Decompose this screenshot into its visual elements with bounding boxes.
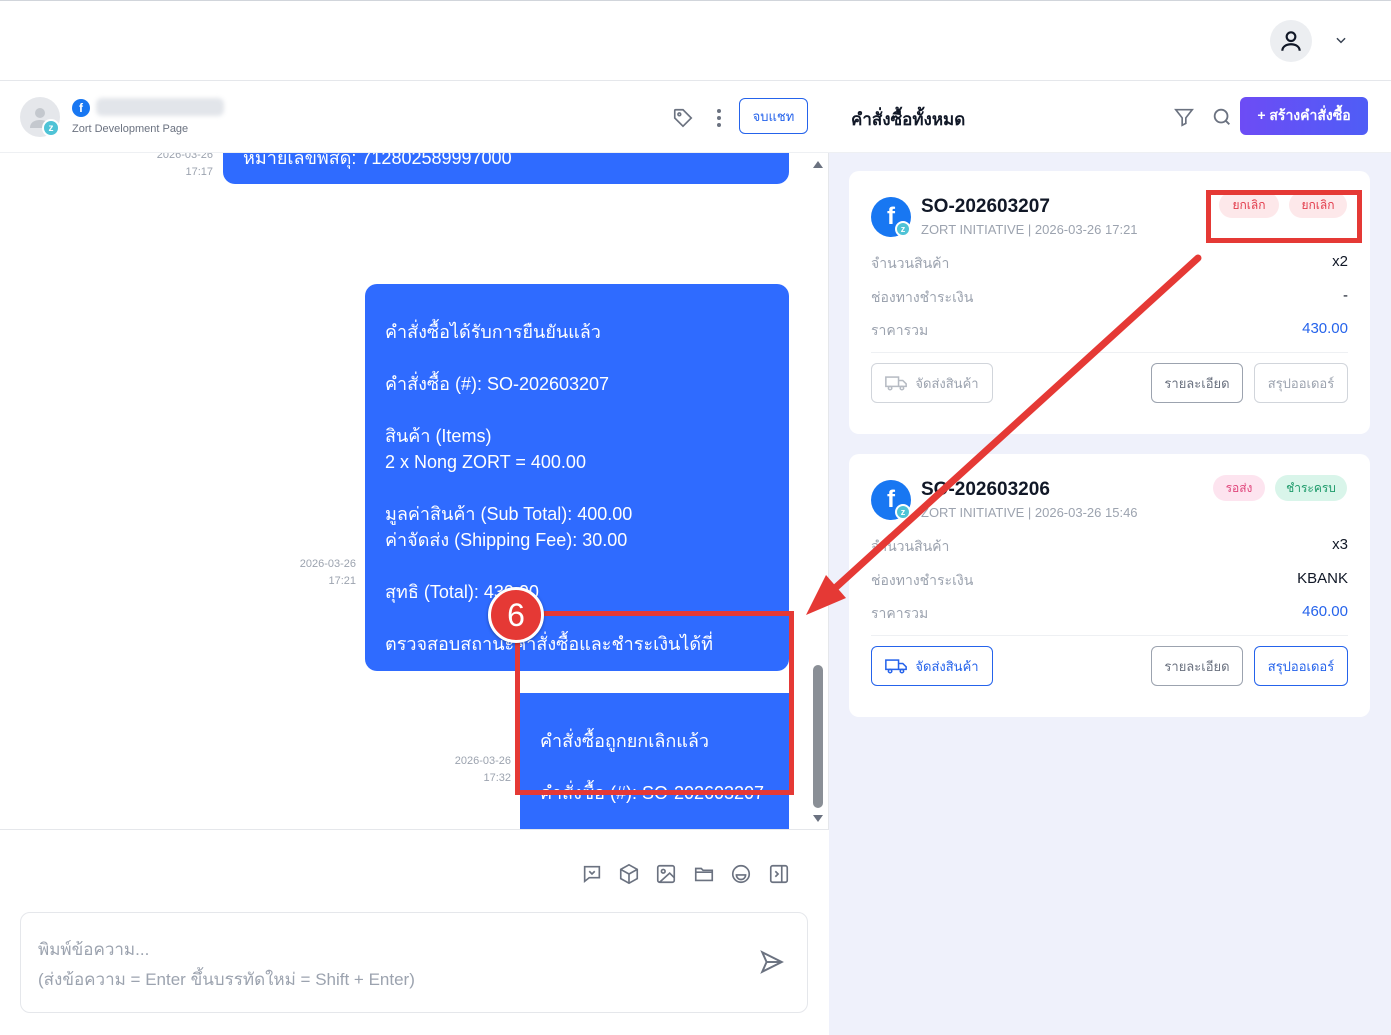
order-summary-button[interactable]: สรุปออเดอร์ xyxy=(1254,363,1348,403)
end-chat-button[interactable]: จบแชท xyxy=(739,98,808,134)
order-confirmed-line xyxy=(385,475,769,501)
order-summary-button[interactable]: สรุปออเดอร์ xyxy=(1254,646,1348,686)
detail-button[interactable]: รายละเอียด xyxy=(1151,646,1243,686)
chat-panel: z f Zort Development Page จบแชท 2026-03-… xyxy=(0,81,829,1035)
order-number: SO-202603207 xyxy=(921,196,1050,217)
top-bar xyxy=(0,0,1391,81)
message-timestamp: 2026-03-26 17:21 xyxy=(299,558,356,587)
order-confirmed-line: 2 x Nong ZORT = 400.00 xyxy=(385,452,586,472)
zort-badge: z xyxy=(895,221,911,237)
panel-toggle-icon[interactable] xyxy=(767,862,791,886)
order-meta: ZORT INITIATIVE | 2026-03-26 17:21 xyxy=(921,222,1138,237)
ship-button[interactable]: จัดส่งสินค้า xyxy=(871,646,993,686)
total-value: 430.00 xyxy=(1302,320,1348,337)
user-icon[interactable] xyxy=(1270,20,1312,62)
chat-header: z f Zort Development Page จบแชท xyxy=(0,81,829,153)
scroll-down-arrow[interactable] xyxy=(813,815,823,822)
orders-title: คำสั่งซื้อทั้งหมด xyxy=(851,110,966,129)
order-confirmed-line: ค่าจัดส่ง (Shipping Fee): 30.00 xyxy=(385,530,628,550)
detail-button[interactable]: รายละเอียด xyxy=(1151,363,1243,403)
order-number: SO-202603206 xyxy=(921,479,1050,500)
message-input[interactable]: พิมพ์ข้อความ... (ส่งข้อความ = Enter ขึ้น… xyxy=(20,912,808,1013)
order-confirmed-line xyxy=(385,553,769,579)
contact-page-name: Zort Development Page xyxy=(72,123,189,135)
ship-button-label: จัดส่งสินค้า xyxy=(915,375,979,391)
emoji-icon[interactable] xyxy=(729,862,753,886)
card-divider xyxy=(871,635,1348,636)
facebook-icon: f xyxy=(72,99,90,117)
message-timestamp: 2026-03-26 17:32 xyxy=(454,755,511,784)
payment-label: ช่องทางชำระเงิน xyxy=(871,289,974,305)
message-timestamp: 2026-03-26 17:17 xyxy=(156,153,213,178)
tag-icon[interactable] xyxy=(672,107,694,129)
chevron-down-icon[interactable] xyxy=(1332,31,1350,49)
image-icon[interactable] xyxy=(654,862,678,886)
payment-value: - xyxy=(1343,287,1348,304)
truck-icon xyxy=(885,659,908,674)
facebook-icon: fz xyxy=(871,480,911,520)
ship-button[interactable]: จัดส่งสินค้า xyxy=(871,363,993,403)
scrollbar-thumb[interactable] xyxy=(813,665,823,808)
total-label: ราคารวม xyxy=(871,322,929,338)
scroll-up-arrow[interactable] xyxy=(813,161,823,168)
quantity-label: จำนวนสินค้า xyxy=(871,538,950,554)
card-divider xyxy=(871,352,1348,353)
package-icon[interactable] xyxy=(617,862,641,886)
zort-badge: z xyxy=(895,504,911,520)
quantity-label: จำนวนสินค้า xyxy=(871,255,950,271)
send-icon[interactable] xyxy=(759,949,785,975)
create-order-button[interactable]: + สร้างคำสั่งซื้อ xyxy=(1240,97,1368,135)
highlight-box-cancel-message xyxy=(515,611,794,795)
message-bubble-tracking: หมายเลขพัสดุ: 712802589997000 xyxy=(223,153,789,184)
truck-icon xyxy=(885,376,908,391)
order-confirmed-line: สินค้า (Items) xyxy=(385,426,492,446)
quantity-value: x3 xyxy=(1332,536,1348,553)
order-confirmed-text: คำสั่งซื้อได้รับการยืนยันแล้ว คำสั่งซื้อ… xyxy=(385,319,769,657)
payment-label: ช่องทางชำระเงิน xyxy=(871,572,974,588)
order-meta: ZORT INITIATIVE | 2026-03-26 15:46 xyxy=(921,505,1138,520)
order-confirmed-line: สุทธิ (Total): 430.00 xyxy=(385,582,539,602)
total-value: 460.00 xyxy=(1302,603,1348,620)
message-composer: พิมพ์ข้อความ... (ส่งข้อความ = Enter ขึ้น… xyxy=(0,829,829,1035)
message-input-placeholder: พิมพ์ข้อความ... (ส่งข้อความ = Enter ขึ้น… xyxy=(38,940,415,989)
order-confirmed-line: มูลค่าสินค้า (Sub Total): 400.00 xyxy=(385,504,633,524)
total-label: ราคารวม xyxy=(871,605,929,621)
zort-badge: z xyxy=(42,119,60,137)
order-confirmed-line: คำสั่งซื้อ (#): SO-202603207 xyxy=(385,374,610,394)
status-badge: รอส่ง xyxy=(1213,475,1265,501)
facebook-icon: fz xyxy=(871,197,911,237)
order-confirmed-line xyxy=(385,345,769,371)
more-options-icon[interactable] xyxy=(710,107,728,129)
filter-icon[interactable] xyxy=(1173,106,1195,128)
highlight-box-status xyxy=(1206,190,1362,243)
ship-button-label: จัดส่งสินค้า xyxy=(915,658,979,674)
folder-icon[interactable] xyxy=(692,862,716,886)
quantity-value: x2 xyxy=(1332,253,1348,270)
order-confirmed-line xyxy=(385,397,769,423)
order-card[interactable]: fz SO-202603206 ZORT INITIATIVE | 2026-0… xyxy=(849,454,1370,717)
search-icon[interactable] xyxy=(1211,106,1233,128)
order-confirmed-line: คำสั่งซื้อได้รับการยืนยันแล้ว xyxy=(385,322,601,342)
step-number-badge: 6 xyxy=(488,587,544,643)
status-badge: ชำระครบ xyxy=(1275,475,1347,501)
payment-value: KBANK xyxy=(1297,570,1348,587)
orders-header: คำสั่งซื้อทั้งหมด + สร้างคำสั่งซื้อ xyxy=(829,81,1391,153)
chat-template-icon[interactable] xyxy=(580,862,604,886)
contact-name-redacted xyxy=(96,98,224,116)
